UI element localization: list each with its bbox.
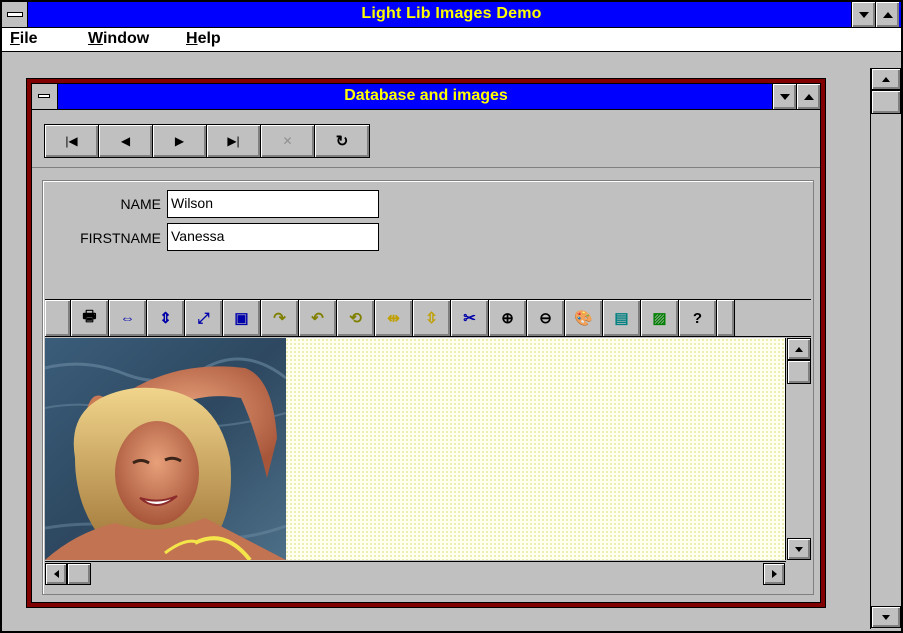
- image-scroll-thumb[interactable]: [787, 360, 811, 384]
- image-horizontal-scrollbar[interactable]: [45, 561, 786, 585]
- arrow-right-icon: [771, 570, 777, 578]
- rotate-right-icon: ↷: [273, 310, 286, 327]
- image-vertical-scrollbar[interactable]: [787, 338, 811, 560]
- arrow-left-icon: [53, 570, 59, 578]
- arrow-down-icon: [882, 614, 890, 620]
- child-title-bar[interactable]: Database and images: [32, 84, 820, 110]
- child-maximize-button[interactable]: [796, 84, 820, 109]
- arrow-up-icon: [795, 346, 803, 352]
- image-viewer[interactable]: [45, 338, 786, 560]
- scroll-up-button[interactable]: [871, 68, 901, 90]
- prev-record-button[interactable]: ◀: [99, 125, 153, 157]
- rotate-180-button[interactable]: ⟲: [337, 300, 375, 336]
- palette-icon: 🎨: [574, 310, 593, 327]
- maximize-button[interactable]: [875, 2, 899, 27]
- main-window: Light Lib Images Demo File Window Help D…: [0, 0, 903, 633]
- minimize-button[interactable]: [851, 2, 875, 27]
- firstname-label: FIRSTNAME: [80, 230, 161, 246]
- next-record-button[interactable]: ▶: [153, 125, 207, 157]
- palette-button[interactable]: 🎨: [565, 300, 603, 336]
- last-icon: ▶|: [227, 134, 240, 148]
- image-scroll-left-button[interactable]: [45, 563, 67, 585]
- image-scroll-up-button[interactable]: [787, 338, 811, 360]
- color-depth-icon: ▤: [614, 310, 629, 327]
- name-label: NAME: [120, 196, 161, 212]
- title-bar[interactable]: Light Lib Images Demo: [2, 2, 901, 28]
- firstname-field[interactable]: Vanessa: [167, 223, 379, 251]
- rotate-right-button[interactable]: ↷: [261, 300, 299, 336]
- child-minimize-button[interactable]: [772, 84, 796, 109]
- menu-help[interactable]: Help: [186, 30, 221, 48]
- zoom-out-icon: ⊖: [539, 310, 552, 327]
- menu-file[interactable]: File: [10, 30, 38, 48]
- help-button[interactable]: ?: [679, 300, 717, 336]
- child-window: Database and images |◀ ◀ ▶ ▶| ✕ ↻ NAME W…: [26, 78, 826, 608]
- crop-icon: ✂: [463, 310, 476, 327]
- rotate-left-icon: ↶: [311, 310, 324, 327]
- fit-window-button[interactable]: ⤢: [185, 300, 223, 336]
- record-navigator: |◀ ◀ ▶ ▶| ✕ ↻: [32, 110, 820, 168]
- image-properties-button[interactable]: ▨: [641, 300, 679, 336]
- flip-horizontal-button[interactable]: ⇹: [375, 300, 413, 336]
- flip-vertical-button[interactable]: ⇳: [413, 300, 451, 336]
- toolbar-spacer: [45, 300, 71, 336]
- menu-bar: File Window Help: [2, 28, 901, 52]
- minimize-icon: [779, 93, 790, 100]
- minimize-icon: [858, 11, 869, 18]
- maximize-icon: [882, 11, 893, 18]
- image-properties-icon: ▨: [652, 310, 667, 327]
- actual-size-icon: ▣: [234, 310, 249, 327]
- refresh-button[interactable]: ↻: [315, 125, 369, 157]
- image-hscroll-thumb[interactable]: [67, 563, 91, 585]
- zoom-in-button[interactable]: ⊕: [489, 300, 527, 336]
- color-depth-button[interactable]: ▤: [603, 300, 641, 336]
- name-field[interactable]: Wilson: [167, 190, 379, 218]
- help-icon: ?: [692, 309, 703, 327]
- refresh-icon: ↻: [335, 133, 349, 150]
- scroll-thumb[interactable]: [871, 90, 901, 114]
- image-scroll-down-button[interactable]: [787, 538, 811, 560]
- image-scroll-right-button[interactable]: [763, 563, 785, 585]
- cancel-icon: ✕: [282, 134, 293, 148]
- arrow-up-icon: [882, 76, 890, 82]
- cancel-button[interactable]: ✕: [261, 125, 315, 157]
- image-toolbar: 🖶 ⇔ ⇕ ⤢ ▣ ↷ ↶ ⟲ ⇹ ⇳ ✂ ⊕ ⊖ 🎨 ▤ ▨?: [45, 299, 811, 337]
- portrait-photo: [45, 338, 286, 560]
- scroll-down-button[interactable]: [871, 606, 901, 628]
- rotate-180-icon: ⟲: [349, 310, 362, 327]
- fit-width-button[interactable]: ⇔: [109, 300, 147, 336]
- main-vertical-scrollbar[interactable]: [870, 68, 901, 629]
- first-record-button[interactable]: |◀: [45, 125, 99, 157]
- record-form: NAME Wilson FIRSTNAME Vanessa 🖶 ⇔ ⇕ ⤢ ▣ ↷ ↶ ⟲ ⇹ ⇳…: [42, 180, 814, 595]
- print-button[interactable]: 🖶: [71, 300, 109, 336]
- zoom-out-button[interactable]: ⊖: [527, 300, 565, 336]
- fit-width-icon: ⇔: [120, 309, 135, 327]
- prev-icon: ◀: [120, 134, 131, 148]
- child-title: Database and images: [344, 87, 508, 104]
- flip-vertical-icon: ⇳: [425, 310, 438, 327]
- actual-size-button[interactable]: ▣: [223, 300, 261, 336]
- menu-window[interactable]: Window: [88, 30, 149, 48]
- fit-height-icon: ⇕: [159, 310, 172, 327]
- maximize-icon: [803, 93, 814, 100]
- rotate-left-button[interactable]: ↶: [299, 300, 337, 336]
- next-icon: ▶: [174, 134, 185, 148]
- arrow-down-icon: [795, 546, 803, 552]
- zoom-in-icon: ⊕: [501, 310, 514, 327]
- toolbar-spacer: [717, 300, 735, 336]
- window-title: Light Lib Images Demo: [361, 5, 542, 22]
- flip-horizontal-icon: ⇹: [387, 310, 400, 327]
- last-record-button[interactable]: ▶|: [207, 125, 261, 157]
- first-icon: |◀: [65, 134, 78, 148]
- print-icon: 🖶: [82, 307, 97, 325]
- fit-height-button[interactable]: ⇕: [147, 300, 185, 336]
- crop-button[interactable]: ✂: [451, 300, 489, 336]
- fit-window-icon: ⤢: [197, 309, 210, 327]
